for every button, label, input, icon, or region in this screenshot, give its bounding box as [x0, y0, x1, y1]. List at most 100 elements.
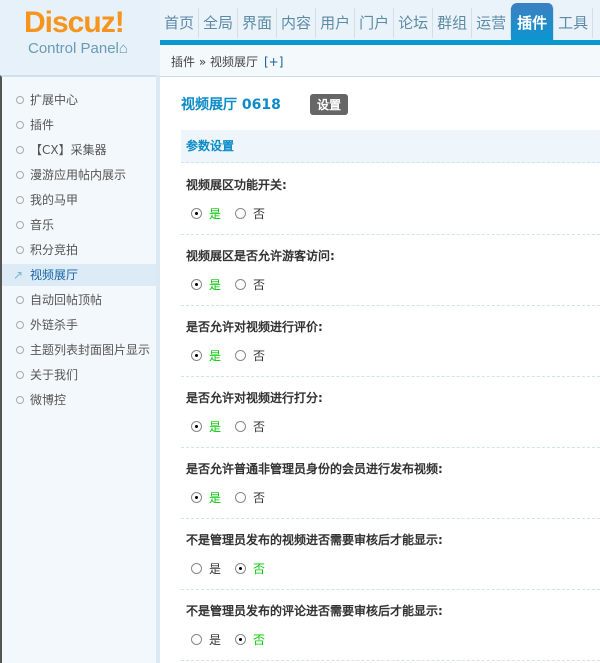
radio-icon[interactable] — [235, 208, 247, 219]
bullet-icon — [16, 396, 24, 404]
radio-no[interactable]: 否 — [235, 560, 265, 577]
logo-brand: Discuz! — [24, 6, 125, 39]
radio-icon[interactable] — [191, 563, 202, 574]
nav-tab[interactable]: 论坛 — [394, 8, 434, 38]
setting-label: 不是管理员发布的视频进否需要审核后才能显示: — [186, 533, 443, 547]
sidebar-item-label: 视频展厅 — [30, 268, 79, 282]
bullet-icon — [16, 146, 24, 154]
sidebar-item[interactable]: 积分竞拍 — [2, 239, 156, 261]
bullet-icon — [16, 296, 24, 304]
radio-no[interactable]: 否 — [235, 205, 265, 222]
setting-label: 视频展区功能开关: — [186, 178, 287, 192]
sidebar-item[interactable]: 自动回帖顶帖 — [2, 289, 156, 311]
sidebar-item-label: 【CX】采集器 — [30, 143, 107, 157]
sidebar-item[interactable]: 【CX】采集器 — [2, 139, 156, 161]
radio-label: 是 — [209, 562, 222, 576]
sidebar-item-label: 微博控 — [30, 393, 67, 407]
bullet-icon — [16, 96, 24, 104]
radio-label: 否 — [253, 562, 266, 576]
setting-label: 是否允许对视频进行打分: — [186, 391, 323, 405]
top-nav: 首页 全局 界面 内容 用户 门户 论坛 群组 运营 插件 工具 — [160, 0, 594, 40]
setting-label: 不是管理员发布的评论进否需要审核后才能显示: — [186, 604, 443, 618]
radio-no[interactable]: 否 — [235, 418, 265, 435]
radio-no[interactable]: 否 — [235, 347, 265, 364]
sidebar-item-label: 关于我们 — [30, 368, 79, 382]
radio-label: 是 — [209, 278, 222, 292]
logo-subtitle: Control Panel⌂ — [28, 40, 128, 57]
nav-tab[interactable]: 插件 — [511, 3, 555, 40]
nav-tab[interactable]: 全局 — [199, 8, 239, 38]
sidebar-item[interactable]: 关于我们 — [2, 364, 156, 386]
nav-tab[interactable]: 用户 — [316, 8, 356, 38]
setting-label: 视频展区是否允许游客访问: — [186, 249, 335, 263]
sidebar-item-label: 音乐 — [30, 218, 55, 232]
radio-icon[interactable] — [235, 634, 247, 645]
bullet-icon — [16, 371, 24, 379]
main-content: 视频展厅 0618 设置 参数设置 视频展区功能开关: 是否视频展区是否允许游客访… — [160, 78, 600, 663]
radio-yes[interactable]: 是 — [191, 489, 221, 506]
sidebar-item[interactable]: 扩展中心 — [2, 89, 156, 111]
radio-icon[interactable] — [235, 492, 247, 503]
sidebar-item-label: 插件 — [30, 118, 55, 132]
nav-tab[interactable]: 群组 — [433, 8, 473, 38]
radio-yes[interactable]: 是 — [191, 560, 221, 577]
radio-label: 是 — [209, 633, 222, 647]
setting-row: 视频展区功能开关: 是 否 — [181, 164, 600, 235]
radio-icon[interactable] — [191, 421, 202, 432]
setting-label: 是否允许普通非管理员身份的会员进行发布视频: — [186, 462, 443, 476]
sidebar-item[interactable]: 外链杀手 — [2, 314, 156, 336]
setting-label: 是否允许对视频进行评价: — [186, 320, 323, 334]
bullet-icon — [16, 346, 24, 354]
sidebar-item[interactable]: 漫游应用帖内展示 — [2, 164, 156, 186]
radio-icon[interactable] — [191, 634, 202, 645]
radio-icon[interactable] — [191, 279, 202, 290]
setting-row: 视频展区是否允许游客访问: 是 否 — [181, 235, 600, 306]
page-title: 视频展厅 0618 — [181, 97, 281, 113]
radio-icon[interactable] — [235, 279, 247, 290]
radio-yes[interactable]: 是 — [191, 631, 221, 648]
radio-label: 否 — [253, 278, 266, 292]
radio-yes[interactable]: 是 — [191, 276, 221, 293]
radio-icon[interactable] — [235, 350, 247, 361]
breadcrumb-path: 插件 » 视频展厅 — [171, 55, 258, 69]
nav-tab[interactable]: 门户 — [355, 8, 395, 38]
sidebar-item-label: 漫游应用帖内展示 — [30, 168, 127, 182]
add-shortcut-link[interactable]: [+] — [264, 55, 283, 69]
radio-yes[interactable]: 是 — [191, 418, 221, 435]
sidebar: 扩展中心插件【CX】采集器漫游应用帖内展示我的马甲音乐积分竞拍 ↗ 视频展厅自动回帖… — [0, 75, 156, 663]
radio-icon[interactable] — [235, 563, 247, 574]
home-icon: ⌂ — [118, 40, 128, 57]
radio-label: 否 — [253, 207, 266, 221]
bullet-icon — [16, 196, 24, 204]
radio-no[interactable]: 否 — [235, 631, 265, 648]
nav-tab[interactable]: 首页 — [160, 8, 200, 38]
radio-yes[interactable]: 是 — [191, 347, 221, 364]
radio-icon[interactable] — [191, 208, 202, 219]
radio-icon[interactable] — [191, 492, 202, 503]
nav-tab[interactable]: 界面 — [238, 8, 278, 38]
sidebar-item[interactable]: 我的马甲 — [2, 189, 156, 211]
setting-row: 是否允许普通非管理员身份的会员进行发布视频: 是 否 — [181, 448, 600, 519]
setting-row: 是否允许对视频进行打分: 是 否 — [181, 377, 600, 448]
radio-icon[interactable] — [191, 350, 202, 361]
radio-label: 否 — [253, 491, 266, 505]
sidebar-item[interactable]: 音乐 — [2, 214, 156, 236]
sidebar-item[interactable]: 微博控 — [2, 389, 156, 411]
logo[interactable]: Discuz! Control Panel⌂ — [0, 0, 160, 75]
nav-tab[interactable]: 工具 — [554, 8, 594, 38]
nav-tab[interactable]: 内容 — [277, 8, 317, 38]
settings-button[interactable]: 设置 — [310, 94, 349, 115]
sidebar-item[interactable]: 主题列表封面图片显示 — [2, 339, 156, 361]
sidebar-item[interactable]: ↗ 视频展厅 — [2, 264, 156, 286]
sidebar-item[interactable]: 插件 — [2, 114, 156, 136]
radio-yes[interactable]: 是 — [191, 205, 221, 222]
setting-row: 是否允许对视频进行评价: 是 否 — [181, 306, 600, 377]
radio-no[interactable]: 否 — [235, 489, 265, 506]
bullet-icon — [16, 171, 24, 179]
nav-tab[interactable]: 运营 — [472, 8, 512, 38]
sidebar-item-label: 外链杀手 — [30, 318, 79, 332]
radio-label: 是 — [209, 420, 222, 434]
radio-icon[interactable] — [235, 421, 247, 432]
radio-no[interactable]: 否 — [235, 276, 265, 293]
sidebar-item-label: 扩展中心 — [30, 93, 79, 107]
